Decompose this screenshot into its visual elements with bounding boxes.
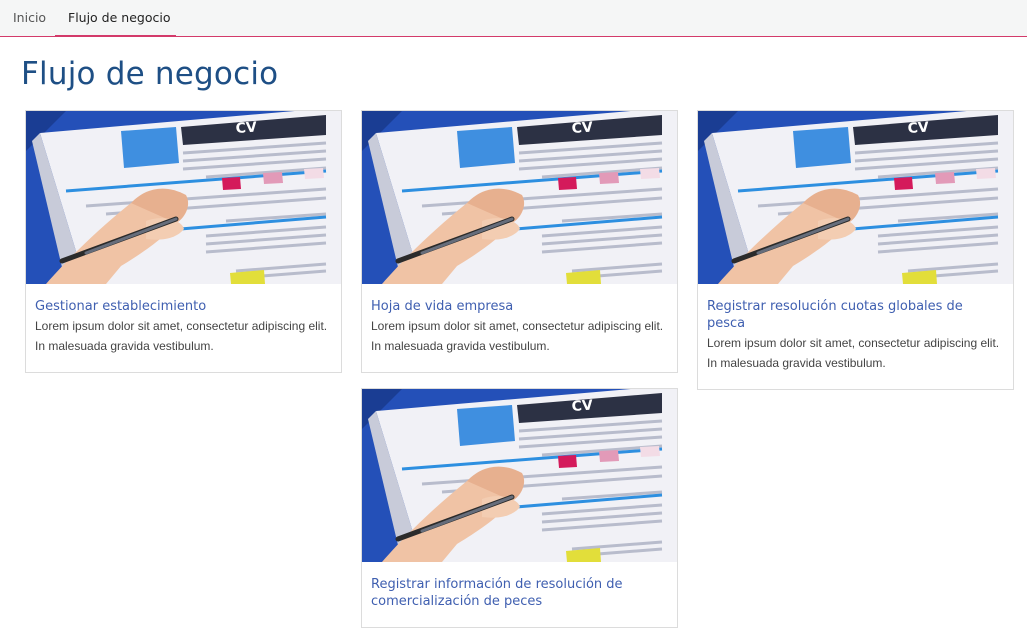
tab-inicio[interactable]: Inicio <box>13 0 46 36</box>
svg-text:CV: CV <box>571 120 593 137</box>
card-description: Lorem ipsum dolor sit amet, consectetur … <box>707 336 1000 370</box>
page-title: Flujo de negocio <box>21 56 279 92</box>
svg-text:CV: CV <box>907 120 929 137</box>
cv-form-image: CV <box>26 111 341 284</box>
card-registrar-informacion-comercializacion[interactable]: CV Registrar información de resolución d… <box>361 388 678 628</box>
tab-flujo-de-negocio[interactable]: Flujo de negocio <box>55 0 176 37</box>
card-title[interactable]: Hoja de vida empresa <box>371 298 668 315</box>
svg-text:CV: CV <box>571 398 593 415</box>
card-title[interactable]: Registrar información de resolución de c… <box>371 576 668 610</box>
top-navigation-bar: Inicio Flujo de negocio <box>0 0 1027 37</box>
card-gestionar-establecimiento[interactable]: CV Gestionar establecimiento Lorem ipsum… <box>25 110 342 373</box>
card-description: Lorem ipsum dolor sit amet, consectetur … <box>371 319 664 353</box>
card-title[interactable]: Gestionar establecimiento <box>35 298 332 315</box>
cv-form-image: CV <box>362 111 677 284</box>
cv-form-image: CV <box>362 389 677 562</box>
cv-form-image: CV <box>698 111 1013 284</box>
svg-text:CV: CV <box>235 120 257 137</box>
card-hoja-de-vida-empresa[interactable]: CV Hoja de vida empresa Lorem ipsum dolo… <box>361 110 678 373</box>
card-registrar-resolucion-cuotas[interactable]: CV Registrar resolución cuotas globales … <box>697 110 1014 390</box>
card-title[interactable]: Registrar resolución cuotas globales de … <box>707 298 1004 332</box>
card-description: Lorem ipsum dolor sit amet, consectetur … <box>35 319 328 353</box>
